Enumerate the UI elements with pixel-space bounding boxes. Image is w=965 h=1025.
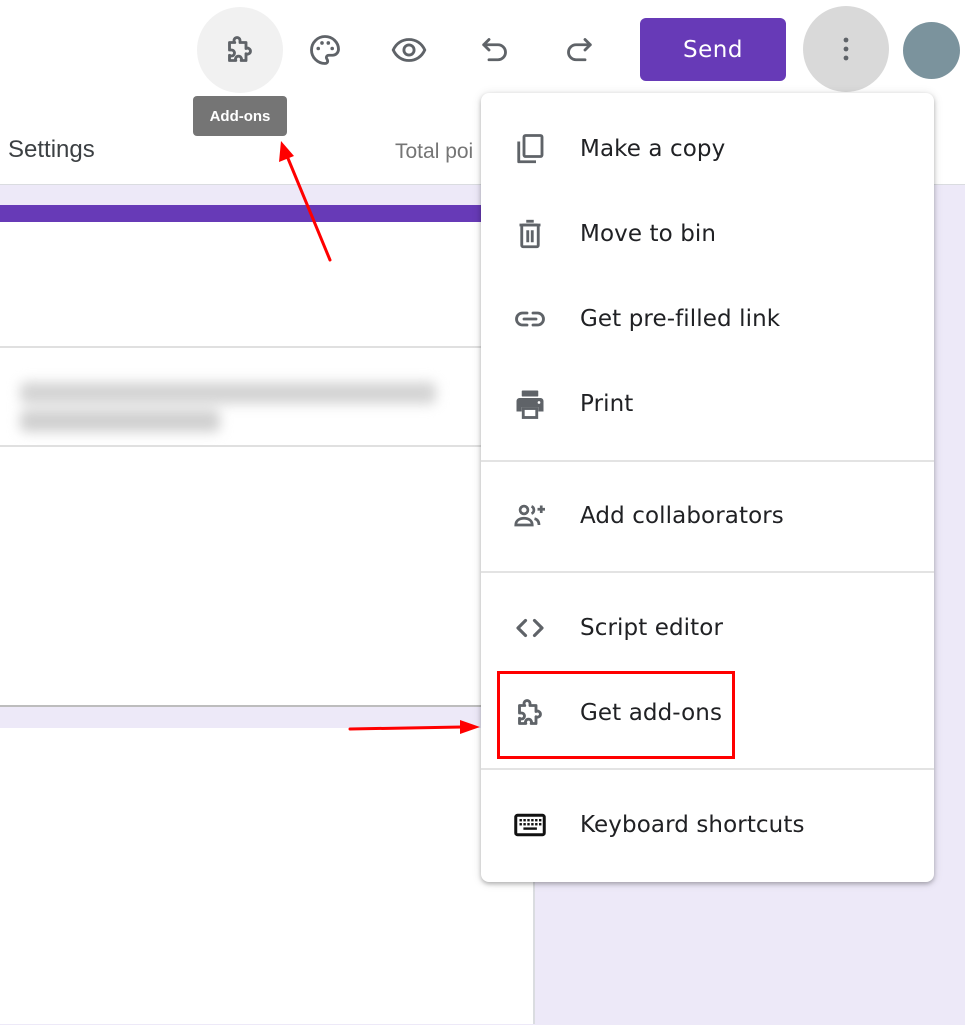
link-icon (511, 300, 549, 338)
menu-item-label: Add collaborators (580, 502, 784, 529)
menu-separator (481, 571, 934, 573)
redo-icon (567, 38, 592, 62)
menu-item-label: Get pre-filled link (580, 305, 781, 332)
code-icon (511, 609, 549, 647)
menu-item-label: Keyboard shortcuts (580, 811, 805, 838)
menu-item-keyboard-shortcuts[interactable]: Keyboard shortcuts (481, 782, 934, 867)
palette-icon (310, 35, 340, 65)
menu-item-label: Move to bin (580, 220, 717, 247)
copy-icon (511, 130, 549, 168)
undo-button[interactable] (452, 7, 538, 93)
menu-item-script-editor[interactable]: Script editor (481, 585, 934, 670)
add-ons-button[interactable] (197, 7, 283, 93)
menu-item-label: Make a copy (580, 135, 726, 162)
menu-item-label: Print (580, 390, 634, 417)
redo-button[interactable] (536, 7, 622, 93)
more-vert-icon (843, 37, 849, 61)
avatar[interactable] (903, 22, 960, 79)
add-ons-tooltip: Add-ons (193, 96, 287, 136)
form-title-card[interactable] (0, 205, 481, 707)
total-points-label: Total poi (395, 140, 474, 163)
question-card[interactable] (0, 728, 535, 1024)
print-icon (511, 385, 549, 423)
send-button[interactable]: Send (640, 18, 786, 81)
blurred-line (20, 410, 220, 432)
palette-button[interactable] (282, 7, 368, 93)
card-divider (0, 445, 481, 447)
eye-icon (391, 38, 427, 62)
menu-separator (481, 768, 934, 770)
menu-item-move-to-bin[interactable]: Move to bin (481, 191, 934, 276)
card-divider (0, 346, 481, 348)
menu-item-make-copy[interactable]: Make a copy (481, 106, 934, 191)
card-accent-bar (0, 205, 481, 222)
annotation-highlight-box (497, 671, 735, 759)
keyboard-icon (511, 806, 549, 844)
menu-item-prefilled-link[interactable]: Get pre-filled link (481, 276, 934, 361)
menu-separator (481, 460, 934, 462)
menu-item-add-collaborators[interactable]: Add collaborators (481, 473, 934, 558)
preview-button[interactable] (366, 7, 452, 93)
tab-settings[interactable]: Settings (8, 136, 95, 164)
more-options-button[interactable] (803, 6, 889, 92)
undo-icon (482, 38, 507, 62)
blurred-description (16, 376, 440, 436)
trash-icon (511, 215, 549, 253)
puzzle-icon (228, 36, 252, 62)
blurred-line (20, 382, 436, 404)
menu-item-print[interactable]: Print (481, 361, 934, 446)
more-options-menu: Make a copy Move to bin Get pre-filled l… (481, 93, 934, 882)
add-people-icon (511, 497, 549, 535)
menu-item-label: Script editor (580, 614, 724, 641)
